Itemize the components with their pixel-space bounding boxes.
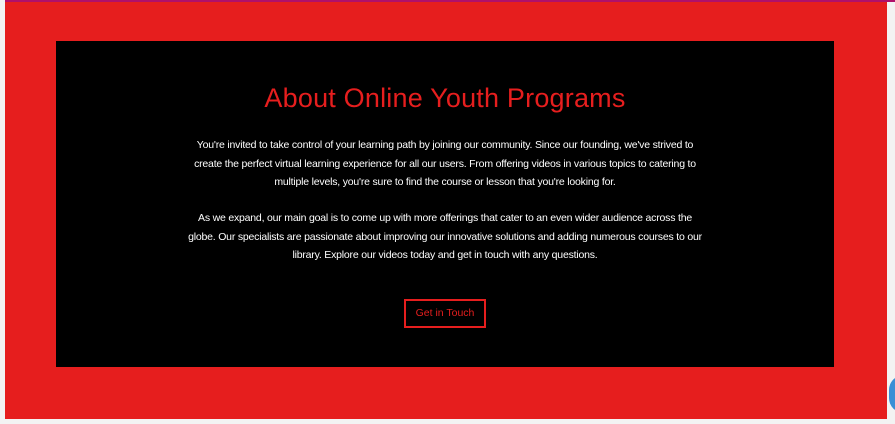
bottom-page-edge (0, 419, 895, 424)
get-in-touch-button[interactable]: Get in Touch (404, 299, 486, 328)
right-page-edge (887, 2, 895, 419)
about-panel: About Online Youth Programs You're invit… (56, 41, 834, 367)
intro-paragraph: You're invited to take control of your l… (194, 139, 696, 188)
section-title: About Online Youth Programs (264, 83, 626, 113)
mission-paragraph: As we expand, our main goal is to come u… (188, 212, 702, 261)
